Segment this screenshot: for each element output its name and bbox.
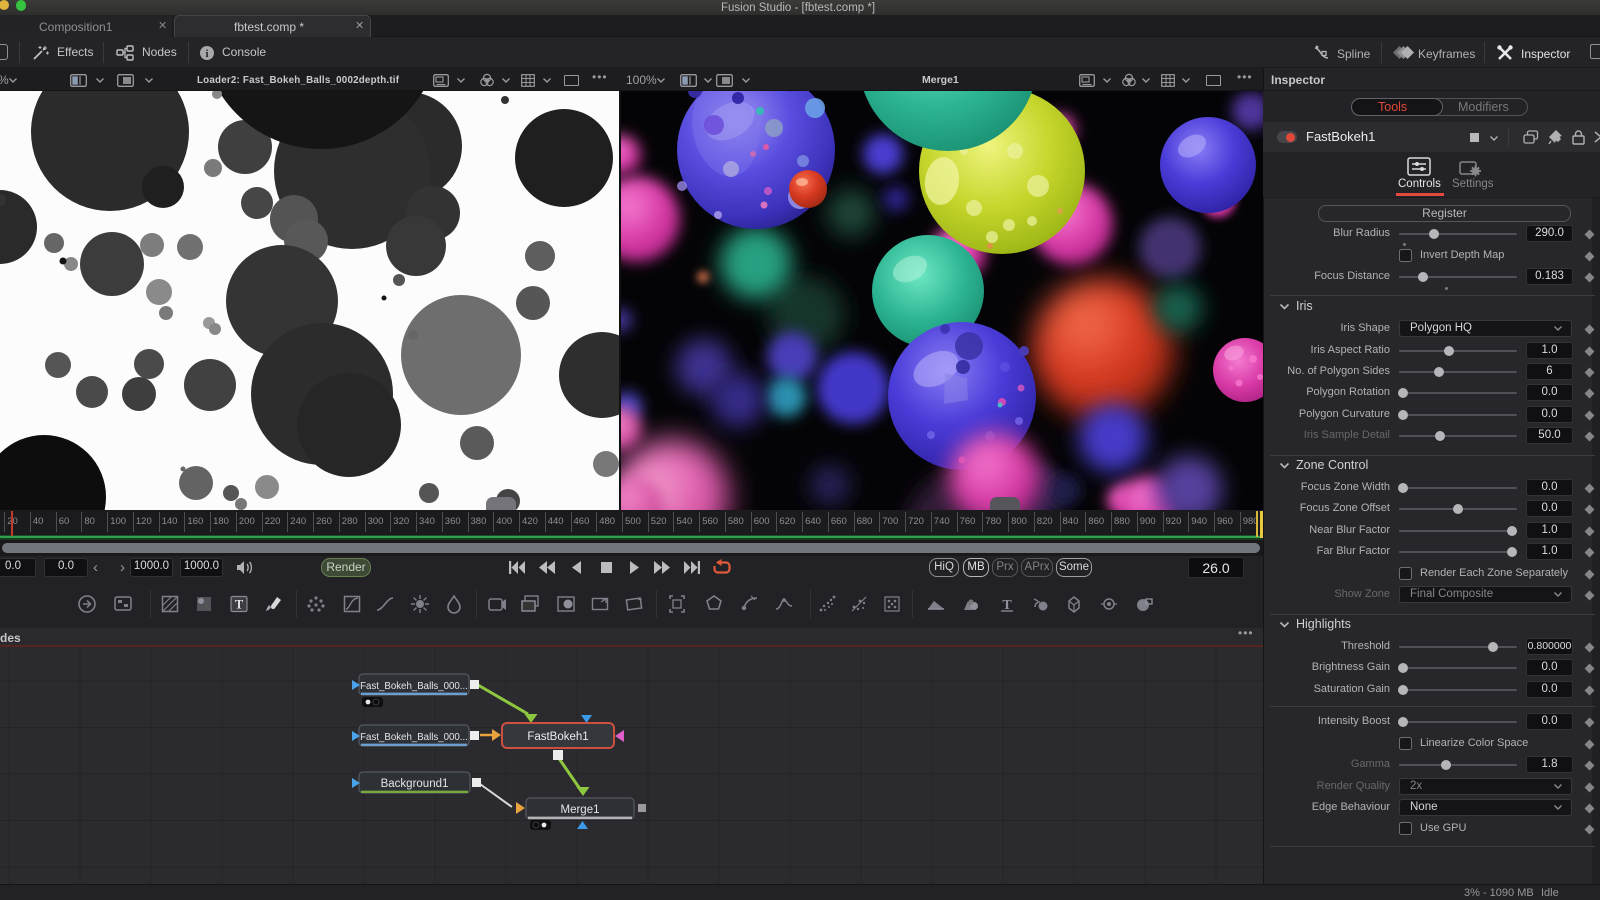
svg-text:Fast_Bokeh_Balls_000...: Fast_Bokeh_Balls_000...: [360, 732, 468, 743]
svg-text:Merge1: Merge1: [561, 804, 600, 816]
svg-text:FastBokeh1: FastBokeh1: [527, 731, 588, 743]
svg-text:T: T: [235, 598, 244, 612]
svg-text:Background1: Background1: [381, 778, 449, 790]
svg-text:Fast_Bokeh_Balls_000...: Fast_Bokeh_Balls_000...: [360, 681, 468, 692]
svg-text:i: i: [205, 48, 208, 60]
